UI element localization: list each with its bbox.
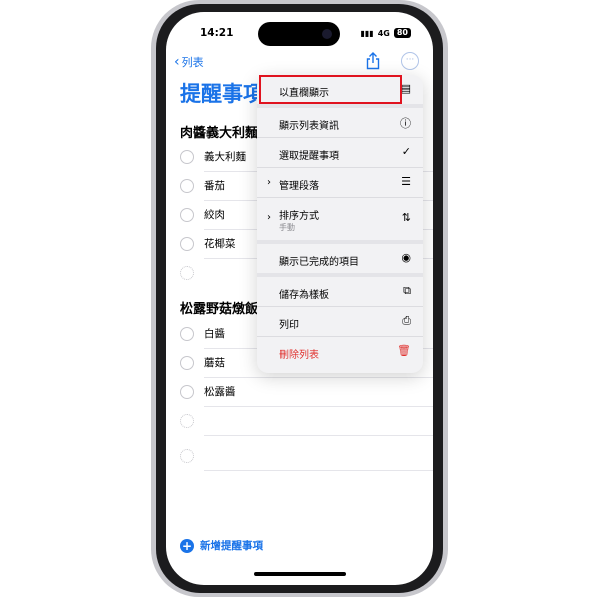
list-item[interactable]: 松露醬 <box>180 378 433 407</box>
list-item-label: 松露醬 <box>204 386 236 398</box>
eye-icon: ◉ <box>401 251 411 264</box>
new-reminder-label: 新增提醒事項 <box>200 540 263 552</box>
empty-circle-icon <box>180 266 194 280</box>
columns-icon: ▤ <box>400 82 411 95</box>
menu-item-label: 刪除列表 <box>279 350 319 361</box>
menu-item-label: 列印 <box>279 320 299 331</box>
home-indicator <box>254 572 346 576</box>
trash-icon: 🗑 <box>397 344 411 357</box>
empty-circle-icon <box>180 449 194 463</box>
menu-item-save-as-template[interactable]: 儲存為樣板 ⧉ <box>257 277 423 306</box>
menu-item-sublabel: 手動 <box>279 223 295 232</box>
printer-icon: ⎙ <box>402 314 411 327</box>
page-title: 提醒事項 <box>180 82 264 106</box>
checkbox-circle-icon[interactable] <box>180 356 194 370</box>
empty-list-item[interactable] <box>180 442 433 471</box>
menu-item-delete-list[interactable]: 刪除列表 🗑 <box>257 337 423 367</box>
checkbox-circle-icon[interactable] <box>180 237 194 251</box>
chevron-left-icon: ‹ <box>174 54 180 70</box>
checkbox-circle-icon[interactable] <box>180 179 194 193</box>
menu-item-label: 選取提醒事項 <box>279 151 339 162</box>
status-indicators: ▮▮▮ 4G 80 <box>360 28 411 38</box>
plus-circle-icon: + <box>180 538 194 553</box>
highlight-box <box>259 75 402 104</box>
info-icon: ⓘ <box>400 117 411 130</box>
chevron-right-icon: › <box>267 212 271 223</box>
battery-icon: 80 <box>393 28 411 38</box>
list-item-label: 花椰菜 <box>204 238 236 250</box>
navigation-bar: ‹ 列表 ··· <box>166 52 433 74</box>
menu-item-label: 儲存為樣板 <box>279 290 329 301</box>
sort-arrows-icon: ⇅ <box>401 211 411 224</box>
list-item-label: 蘑菇 <box>204 357 225 369</box>
list-item-label: 絞肉 <box>204 209 225 221</box>
checkmark-circle-icon: ✓ <box>401 145 411 158</box>
back-label: 列表 <box>181 56 204 69</box>
chevron-right-icon: › <box>267 177 271 188</box>
menu-item-show-list-info[interactable]: 顯示列表資訊 ⓘ <box>257 108 423 137</box>
new-reminder-button[interactable]: + 新增提醒事項 <box>180 538 263 553</box>
menu-item-manage-sections[interactable]: › 管理段落 ☰ <box>257 168 423 197</box>
checkbox-circle-icon[interactable] <box>180 150 194 164</box>
menu-item-print[interactable]: 列印 ⎙ <box>257 307 423 336</box>
section-header: 松露野菇燉飯 <box>180 302 259 317</box>
network-label: 4G <box>377 28 390 38</box>
checkbox-circle-icon[interactable] <box>180 208 194 222</box>
menu-item-label: 顯示列表資訊 <box>279 121 339 132</box>
status-time: 14:21 <box>200 27 234 39</box>
section-header: 肉醬義大利麵 <box>180 126 259 141</box>
menu-item-label: 排序方式 <box>279 211 319 222</box>
status-bar: 14:21 ▮▮▮ 4G 80 <box>166 26 433 44</box>
share-icon[interactable] <box>365 52 381 70</box>
back-button[interactable]: ‹ 列表 <box>174 54 204 70</box>
context-menu: 以直欄顯示 ▤ 顯示列表資訊 ⓘ 選取提醒事項 ✓ › 管理段落 ☰ › 排序方… <box>257 75 423 373</box>
menu-item-label: 管理段落 <box>279 181 319 192</box>
empty-list-item[interactable] <box>180 407 433 436</box>
duplicate-icon: ⧉ <box>403 284 411 297</box>
menu-item-sort-by[interactable]: › 排序方式 手動 ⇅ <box>257 198 423 240</box>
empty-circle-icon <box>180 414 194 428</box>
menu-item-show-completed[interactable]: 顯示已完成的項目 ◉ <box>257 244 423 273</box>
more-options-icon[interactable]: ··· <box>401 52 419 70</box>
checkbox-circle-icon[interactable] <box>180 385 194 399</box>
list-item-label: 番茄 <box>204 180 225 192</box>
checkbox-circle-icon[interactable] <box>180 327 194 341</box>
menu-item-label: 顯示已完成的項目 <box>279 257 359 268</box>
menu-item-select-reminders[interactable]: 選取提醒事項 ✓ <box>257 138 423 167</box>
signal-icon: ▮▮▮ <box>360 28 374 38</box>
list-lines-icon: ☰ <box>401 175 411 188</box>
list-item-label: 白醬 <box>204 328 225 340</box>
list-item-label: 義大利麵 <box>204 151 246 163</box>
